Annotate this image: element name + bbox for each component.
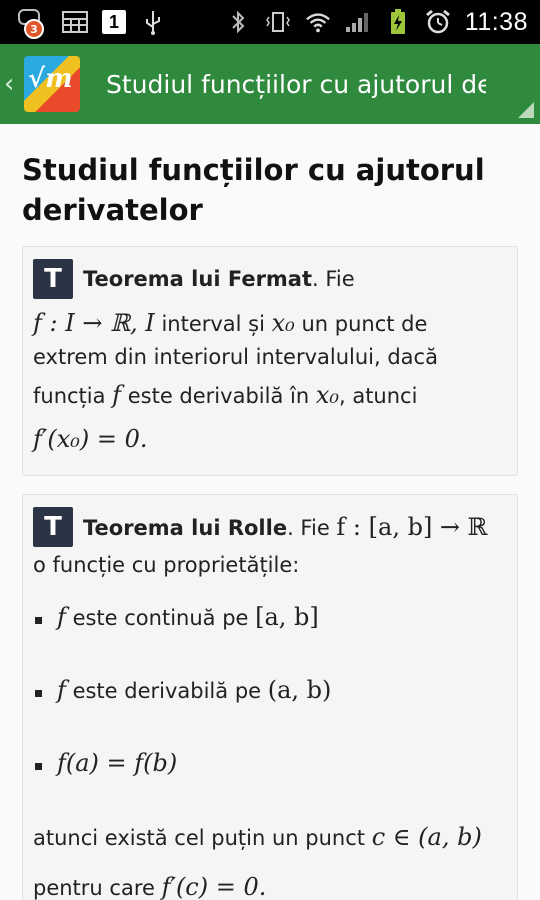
fermat-math-x0: x₀ [271,309,295,337]
rolle-concl2-text: pentru care [33,876,162,900]
rolle-concl2-math: f′(c) = 0. [161,873,267,900]
wifi-icon [305,9,331,35]
page-title-line-1: Studiul funcțiilor cu ajutorul [22,153,485,187]
vibrate-icon [265,9,291,35]
bullet-2-interval: (a, b) [267,676,332,704]
rolle-line-2: o funcție cu proprietățile: [33,553,300,577]
page-title-line-2: derivatelor [22,193,203,227]
page-title: Studiul funcțiilor cu ajutorul derivatel… [22,150,522,230]
status-bar: 3 1 11:38 [0,0,540,44]
rolle-bullet-2: f este derivabilă pe (a, b) [57,676,331,704]
article-content[interactable]: Studiul funcțiilor cu ajutorul derivatel… [0,124,540,900]
theorem-badge: T [33,507,73,547]
rolle-concl-math: c ∈ (a, b) [371,823,482,851]
fermat-math-f: f [112,381,122,409]
fermat-conclusion: f′(x₀) = 0. [33,425,148,453]
app-logo[interactable]: √m [24,56,80,112]
fermat-math-x0-2: x₀ [315,381,339,409]
calendar-day-icon: 1 [102,10,126,34]
fermat-heading-tail: . Fie [312,267,355,291]
overflow-corner-icon[interactable] [518,102,534,118]
rolle-math-f: f : [a, b] → ℝ [336,513,488,541]
rolle-concl-text: atunci există cel puțin un punct [33,826,372,850]
bullet-3-math: f(a) = f(b) [57,749,178,777]
status-clock: 11:38 [464,7,528,36]
back-chevron-icon[interactable]: ‹ [4,69,22,99]
rolle-conclusion-1: atunci există cel puțin un punct c ∈ (a,… [33,823,482,851]
usb-icon [140,9,166,35]
rolle-bullet-3: f(a) = f(b) [57,749,177,777]
rolle-heading: Teorema lui Rolle [83,516,288,540]
rolle-heading-tail: . Fie [287,516,337,540]
theorem-card-fermat: T Teorema lui Fermat. Fie f : I → ℝ, I i… [22,246,518,476]
rolle-conclusion-2: pentru care f′(c) = 0. [33,873,266,900]
fermat-math-fI: f : I → ℝ, I [33,309,155,337]
bullet-icon [35,690,42,697]
signal-icon [345,9,371,35]
fermat-text-derivabila: este derivabilă în [121,384,316,408]
bullet-1-math: f [57,603,66,631]
bullet-1-interval: [a, b] [255,603,319,631]
fermat-heading-line: Teorema lui Fermat. Fie [83,267,355,291]
fermat-heading: Teorema lui Fermat [83,267,313,291]
bullet-2-math: f [57,676,66,704]
rolle-bullet-1: f este continuă pe [a, b] [57,603,319,631]
theorem-badge: T [33,259,73,299]
bullet-1-text: este continuă pe [65,606,256,630]
bullet-icon [35,763,42,770]
notification-icon: 3 [18,9,48,39]
fermat-line-2: f : I → ℝ, I interval și x₀ un punct de [33,309,427,337]
app-logo-mark: √m [28,64,73,94]
fermat-text-punct: un punct de [294,312,428,336]
bullet-2-text: este derivabilă pe [65,679,268,703]
alarm-icon [425,9,451,35]
action-bar: ‹ √m Studiul funcțiilor cu ajutorul der [0,44,540,124]
bluetooth-icon [225,9,251,35]
notification-count: 3 [24,19,44,39]
fermat-line-4: funcția f este derivabilă în x₀, atunci [33,381,417,409]
fermat-text-interval: interval și [154,312,272,336]
action-bar-title[interactable]: Studiul funcțiilor cu ajutorul der [106,70,486,99]
bullet-icon [35,617,42,624]
fermat-text-atunci: , atunci [338,384,418,408]
battery-charging-icon [385,9,411,35]
calendar-grid-icon [62,9,88,35]
fermat-text-functia: funcția [33,384,113,408]
fermat-line-3: extrem din interiorul intervalului, dacă [33,345,438,369]
rolle-heading-line: Teorema lui Rolle. Fie f : [a, b] → ℝ [83,513,488,541]
theorem-card-rolle: T Teorema lui Rolle. Fie f : [a, b] → ℝ … [22,494,518,900]
